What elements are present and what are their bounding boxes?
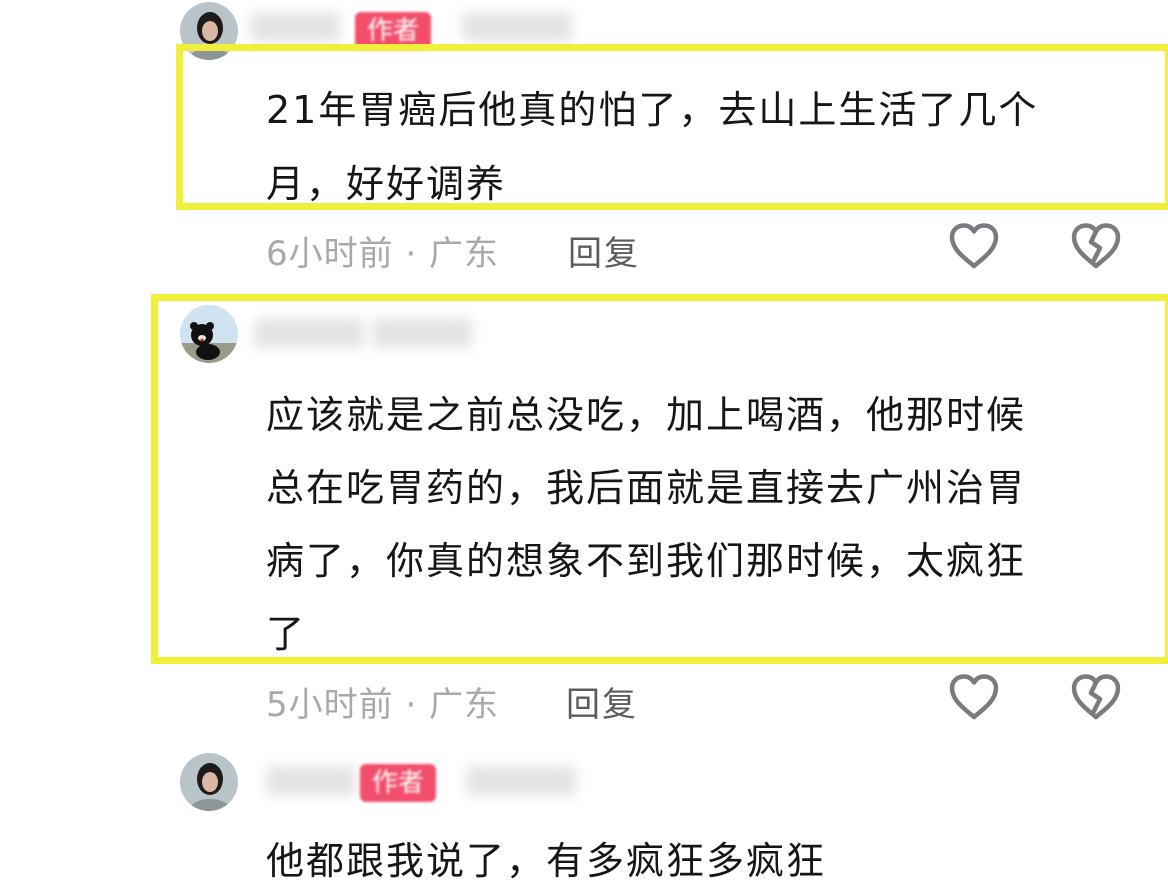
comment-line: 月，好好调养 bbox=[266, 162, 507, 206]
avatar[interactable] bbox=[180, 753, 238, 811]
avatar[interactable] bbox=[180, 305, 238, 363]
broken-heart-icon[interactable] bbox=[1070, 222, 1122, 270]
comment-thread: 作者 21年胃癌后他真的怕了，去山上生活了几个 月，好好调养 6小时前 · 广东… bbox=[0, 0, 1168, 894]
broken-heart-icon[interactable] bbox=[1070, 673, 1122, 721]
comment-line: 21年胃癌后他真的怕了，去山上生活了几个 bbox=[266, 88, 1039, 132]
reply-button[interactable]: 回复 bbox=[568, 226, 640, 275]
author-badge: 作者 bbox=[360, 764, 437, 802]
comment-line: 病了，你真的想象不到我们那时候，太疯狂 bbox=[266, 539, 1027, 583]
comment-timestamp-location: 6小时前 · 广东 bbox=[266, 234, 500, 274]
username-blurred[interactable] bbox=[254, 318, 364, 348]
heart-outline-icon[interactable] bbox=[948, 222, 1000, 270]
comment-line: 了 bbox=[266, 612, 307, 656]
username-blurred[interactable] bbox=[250, 12, 340, 42]
user-meta-blurred bbox=[462, 12, 572, 42]
comment-line: 总在吃胃药的，我后面就是直接去广州治胃 bbox=[266, 466, 1027, 510]
heart-outline-icon[interactable] bbox=[948, 673, 1000, 721]
user-meta-blurred bbox=[466, 766, 576, 796]
username-blurred[interactable] bbox=[266, 766, 356, 796]
user-meta-blurred bbox=[372, 318, 472, 348]
reply-button[interactable]: 回复 bbox=[566, 677, 638, 726]
comment-line: 他都跟我说了，有多疯狂多疯狂 bbox=[266, 839, 827, 883]
comment-line: 应该就是之前总没吃，加上喝酒，他那时候 bbox=[266, 393, 1027, 437]
comment-timestamp-location: 5小时前 · 广东 bbox=[266, 685, 500, 725]
